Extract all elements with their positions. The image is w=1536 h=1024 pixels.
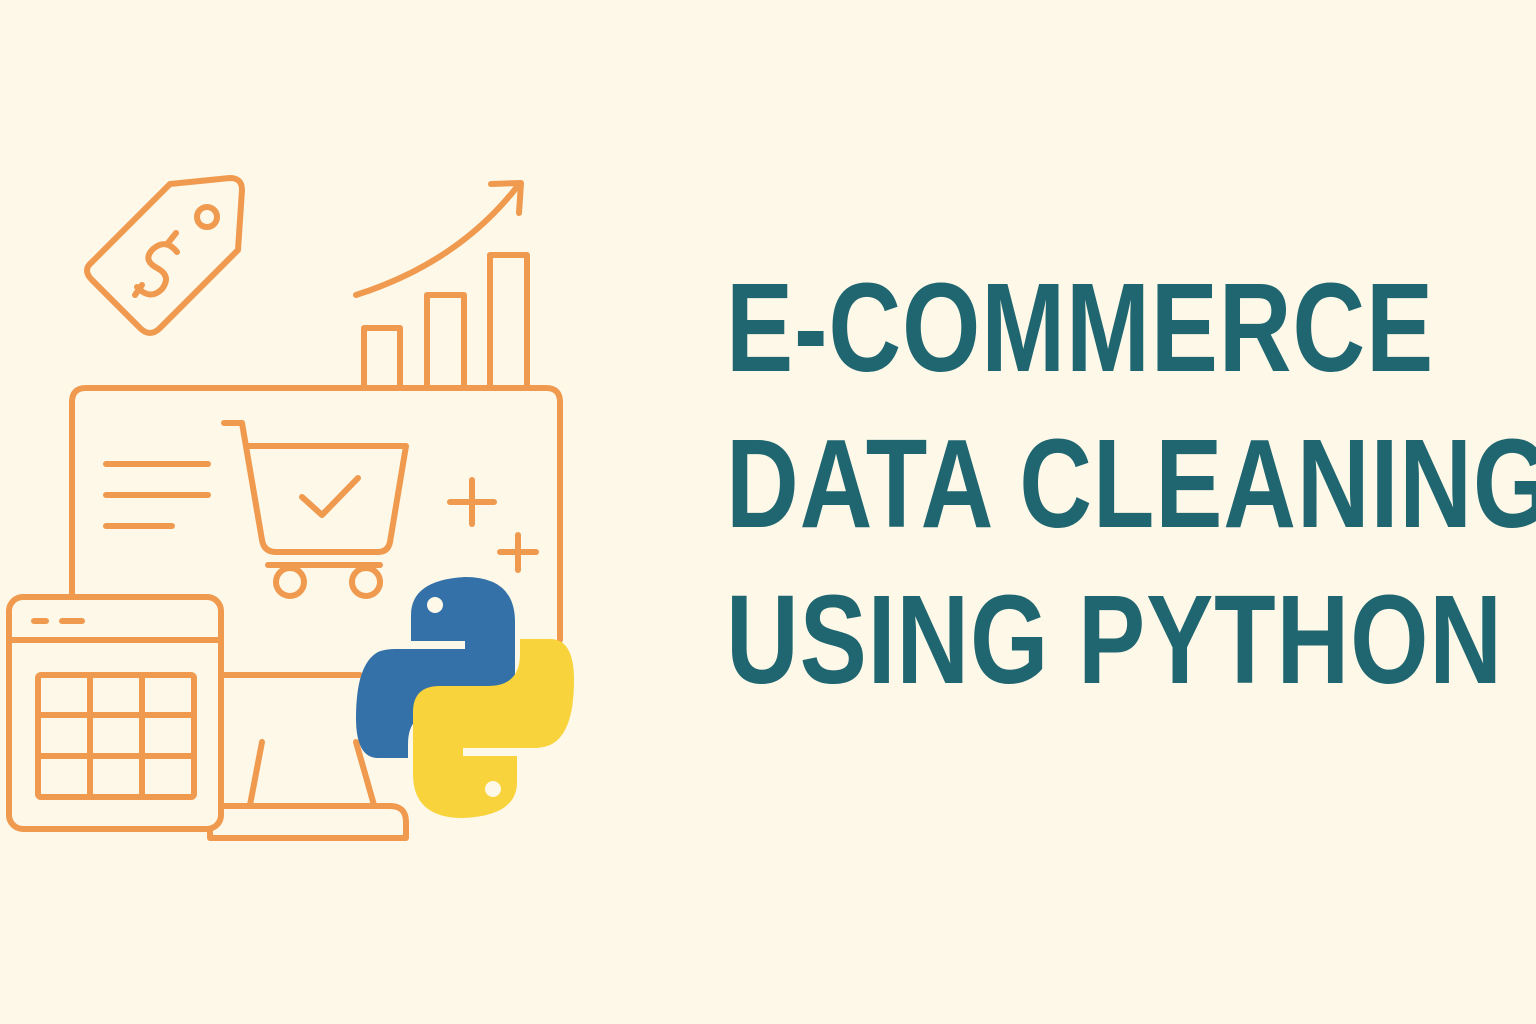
- title-line-1: E-COMMERCE: [726, 257, 1434, 398]
- page-title: E-COMMERCE DATA CLEANING USING PYTHON: [640, 250, 1536, 718]
- title-line-2: DATA CLEANING: [726, 413, 1536, 554]
- checkmark-icon: [299, 475, 361, 518]
- ecommerce-illustration: [6, 175, 574, 841]
- spreadsheet-window-icon: [6, 594, 224, 832]
- trend-arrow-icon: [353, 180, 524, 298]
- sparkle-icon: [447, 477, 539, 573]
- dollar-sign-icon: [132, 230, 180, 298]
- title-line-3: USING PYTHON: [726, 569, 1503, 710]
- price-tag-icon: [84, 175, 245, 336]
- growth-chart-icon: [361, 252, 530, 389]
- python-logo-icon: [356, 577, 574, 818]
- shopping-cart-icon: [221, 420, 409, 599]
